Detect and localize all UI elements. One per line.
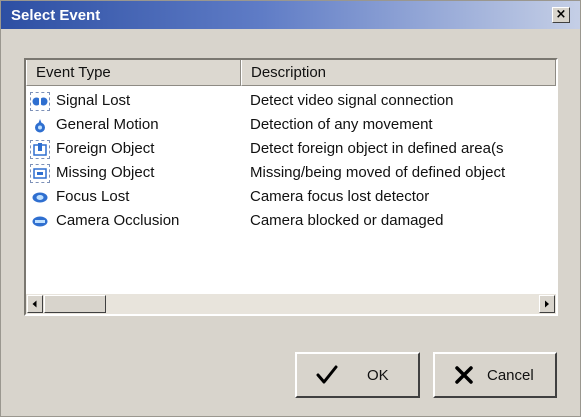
event-description: Detect foreign object in defined area(s bbox=[250, 140, 504, 157]
event-type-name: Foreign Object bbox=[56, 140, 155, 157]
close-button[interactable]: × bbox=[552, 7, 570, 23]
cancel-button[interactable]: Cancel bbox=[433, 352, 557, 398]
event-description: Camera focus lost detector bbox=[250, 188, 430, 205]
event-type-name: Signal Lost bbox=[56, 92, 131, 109]
signal-lost-icon bbox=[30, 92, 50, 111]
event-type-name: Missing Object bbox=[56, 164, 155, 181]
scroll-left-button[interactable] bbox=[27, 295, 43, 313]
event-type-name: General Motion bbox=[56, 116, 159, 133]
checkmark-icon bbox=[316, 365, 338, 384]
cross-icon bbox=[455, 366, 473, 384]
select-event-dialog: Select Event × Event Type Description Si… bbox=[0, 0, 581, 417]
scroll-thumb[interactable] bbox=[44, 295, 106, 313]
event-list[interactable]: Event Type Description Signal Lost Detec… bbox=[24, 58, 558, 316]
list-item[interactable]: General Motion Detection of any movement bbox=[26, 114, 556, 138]
foreign-object-icon bbox=[30, 140, 50, 159]
event-type-name: Camera Occlusion bbox=[56, 212, 180, 229]
close-icon: × bbox=[555, 7, 567, 22]
column-header-description[interactable]: Description bbox=[241, 60, 556, 86]
event-description: Missing/being moved of defined object bbox=[250, 164, 506, 181]
list-item[interactable]: Foreign Object Detect foreign object in … bbox=[26, 138, 556, 162]
list-item[interactable]: Camera Occlusion Camera blocked or damag… bbox=[26, 210, 556, 234]
column-header-event-type[interactable]: Event Type bbox=[26, 60, 241, 86]
list-rows: Signal Lost Detect video signal connecti… bbox=[26, 90, 556, 234]
cancel-button-label: Cancel bbox=[487, 367, 534, 384]
arrow-right-icon bbox=[545, 300, 549, 308]
dialog-title: Select Event bbox=[11, 7, 101, 24]
arrow-left-icon bbox=[32, 300, 37, 308]
list-item[interactable]: Focus Lost Camera focus lost detector bbox=[26, 186, 556, 210]
event-description: Camera blocked or damaged bbox=[250, 212, 444, 229]
event-description: Detect video signal connection bbox=[250, 92, 454, 109]
ok-button-label: OK bbox=[367, 367, 389, 384]
list-item[interactable]: Signal Lost Detect video signal connecti… bbox=[26, 90, 556, 114]
title-bar[interactable]: Select Event × bbox=[1, 1, 580, 29]
event-description: Detection of any movement bbox=[250, 116, 433, 133]
horizontal-scrollbar[interactable] bbox=[26, 294, 556, 314]
camera-occlusion-icon bbox=[30, 212, 50, 231]
general-motion-icon bbox=[30, 116, 50, 135]
missing-object-icon bbox=[30, 164, 50, 183]
list-header: Event Type Description bbox=[26, 60, 556, 86]
focus-lost-icon bbox=[30, 188, 50, 207]
scroll-right-button[interactable] bbox=[539, 295, 555, 313]
list-item[interactable]: Missing Object Missing/being moved of de… bbox=[26, 162, 556, 186]
ok-button[interactable]: OK bbox=[295, 352, 420, 398]
event-type-name: Focus Lost bbox=[56, 188, 130, 205]
